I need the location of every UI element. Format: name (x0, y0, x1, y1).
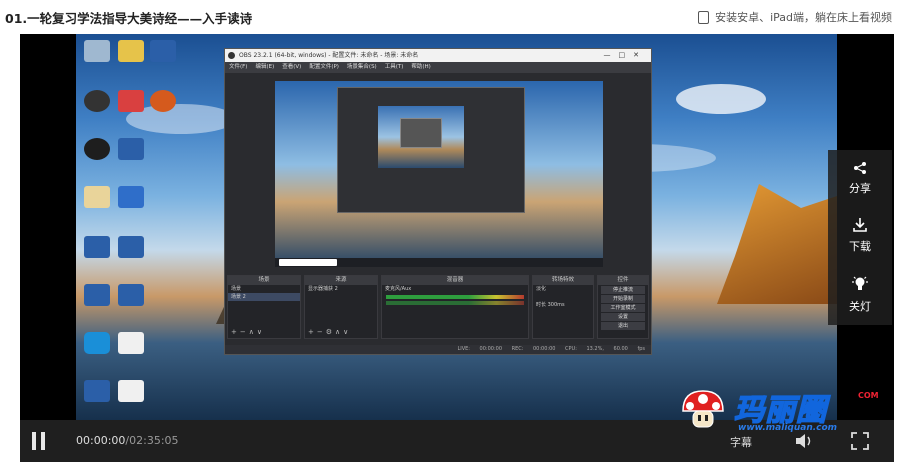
app-promo-link[interactable]: 安装安卓、iPad端，躺在床上看视频 (698, 9, 892, 25)
mixer-dock: 混音器 麦克风/Aux (381, 275, 529, 339)
obs-status-bar: LIVE: 00:00:00 REC: 00:00:00 CPU: 13.2%,… (225, 345, 651, 354)
app-promo-text: 安装安卓、iPad端，躺在床上看视频 (715, 11, 892, 24)
obs-docks: 场景 场景 场景 2 +−∧∨ 来源 显示器捕获 2 +−⚙∧∨ 混音器 麦克风… (225, 275, 651, 345)
site-watermark: 玛丽圈 COM www.maliquan.com (680, 383, 880, 443)
lesson-title: 01.一轮复习学法指导大美诗经——入手读诗 (5, 11, 253, 26)
obs-logo-icon (228, 52, 235, 59)
cliff-rock (717, 184, 837, 304)
total-time: /02:35:05 (125, 434, 179, 447)
obs-preview (275, 81, 603, 267)
pause-icon (32, 432, 36, 450)
share-icon (854, 161, 866, 174)
video-lesson-page: 01.一轮复习学法指导大美诗经——入手读诗 安装安卓、iPad端，躺在床上看视频 (0, 0, 900, 465)
lights-off-button[interactable]: 关灯 (849, 275, 871, 314)
download-button[interactable]: 下载 (849, 217, 871, 254)
lightbulb-icon (852, 276, 868, 291)
window-controls: —□✕ (603, 51, 647, 59)
lesson-header: 01.一轮复习学法指导大美诗经——入手读诗 安装安卓、iPad端，躺在床上看视频 (0, 0, 900, 34)
scenes-dock: 场景 场景 场景 2 +−∧∨ (227, 275, 301, 339)
current-time: 00:00:00 (76, 434, 126, 447)
share-button[interactable]: 分享 (849, 161, 871, 196)
watermark-suffix: COM (858, 391, 879, 400)
controls-dock: 控件 停止推流 开始录制 工作室模式 设置 退出 (597, 275, 649, 339)
mushroom-logo-icon (682, 390, 724, 428)
sources-dock: 来源 显示器捕获 2 +−⚙∧∨ (304, 275, 378, 339)
download-icon (853, 217, 867, 232)
obs-window[interactable]: OBS 23.2.1 (64-bit, windows) - 配置文件: 未命名… (224, 48, 652, 355)
mini-taskbar (275, 258, 603, 267)
obs-title-bar: OBS 23.2.1 (64-bit, windows) - 配置文件: 未命名… (225, 49, 651, 62)
video-frame[interactable]: OBS 23.2.1 (64-bit, windows) - 配置文件: 未命名… (76, 34, 837, 420)
transitions-dock: 转场特效 淡化 时长 300ms (532, 275, 594, 339)
tablet-icon (698, 10, 710, 24)
watermark-url: www.maliquan.com (738, 423, 838, 433)
pause-button[interactable] (32, 432, 46, 450)
time-display: 00:00:00/02:35:05 (76, 434, 179, 447)
obs-menu-bar: 文件(F) 编辑(E) 查看(V) 配置文件(P) 场景集合(S) 工具(T) 帮助(… (225, 62, 651, 73)
nested-obs-window (337, 87, 525, 213)
player-side-panel: 分享 下载 关灯 (828, 150, 892, 325)
